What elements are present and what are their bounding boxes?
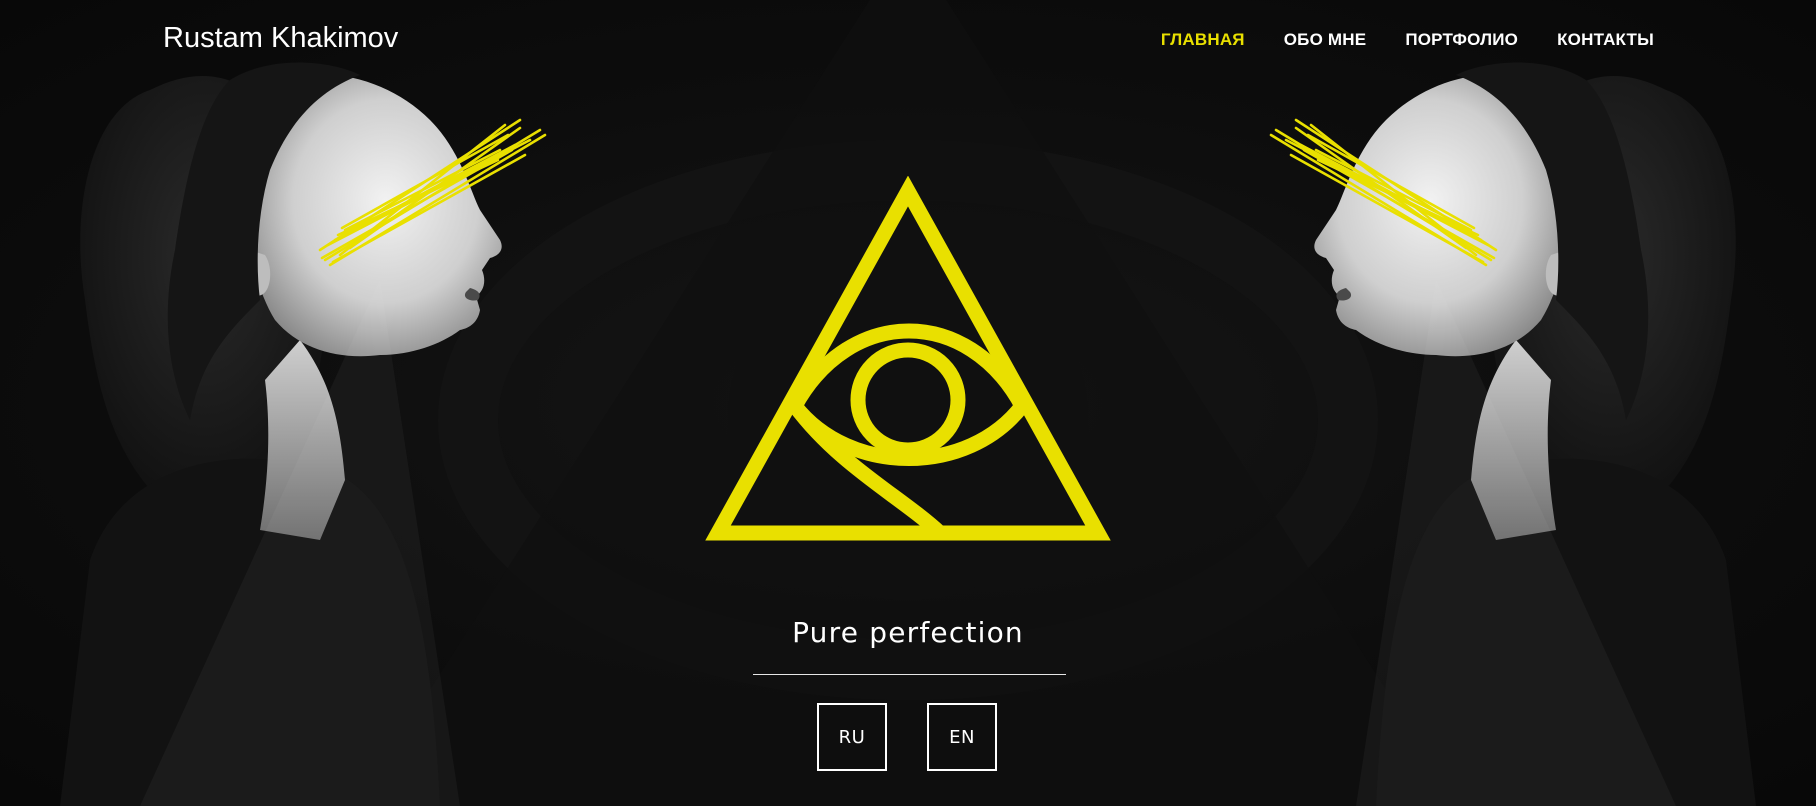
hero-tagline: Pure perfection <box>792 616 1024 649</box>
nav-item-about[interactable]: ОБО МНЕ <box>1284 30 1367 50</box>
site-brand[interactable]: Rustam Khakimov <box>163 22 398 55</box>
tagline-divider <box>753 674 1066 675</box>
nav-item-home[interactable]: ГЛАВНАЯ <box>1161 30 1245 50</box>
site-header: Rustam Khakimov ГЛАВНАЯ ОБО МНЕ ПОРТФОЛИ… <box>0 0 1816 84</box>
language-en-button[interactable]: EN <box>927 703 997 771</box>
eye-of-providence-icon <box>705 176 1111 541</box>
landing-page: Rustam Khakimov ГЛАВНАЯ ОБО МНЕ ПОРТФОЛИ… <box>0 0 1816 806</box>
nav-item-portfolio[interactable]: ПОРТФОЛИО <box>1405 30 1518 50</box>
language-ru-button[interactable]: RU <box>817 703 887 771</box>
main-nav: ГЛАВНАЯ ОБО МНЕ ПОРТФОЛИО КОНТАКТЫ <box>1161 30 1654 50</box>
nav-item-contacts[interactable]: КОНТАКТЫ <box>1557 30 1654 50</box>
